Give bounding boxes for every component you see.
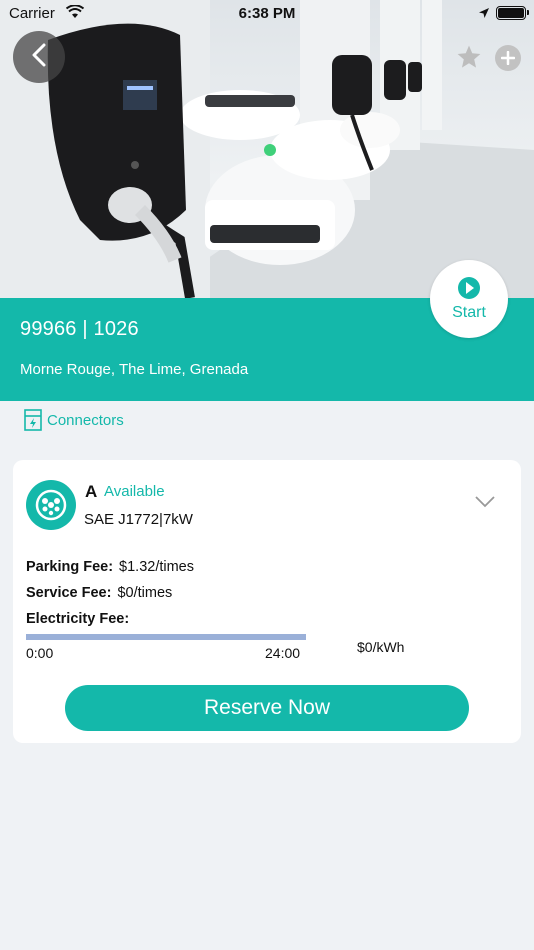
service-fee-row: Service Fee: $0/times [26,585,172,601]
service-fee-label: Service Fee: [26,585,112,601]
timeline-end: 24:00 [265,645,301,661]
add-button[interactable] [495,45,521,71]
connector-type: SAE J1772|7kW [84,511,193,528]
electricity-fee-row: Electricity Fee: [26,611,135,627]
reserve-now-button[interactable]: Reserve Now [65,685,469,731]
star-icon [457,45,481,68]
electricity-fee-label: Electricity Fee: [26,611,130,627]
battery-icon [496,6,529,20]
chevron-down-icon[interactable] [475,496,495,508]
back-button[interactable] [13,31,65,83]
start-button[interactable]: Start [430,260,508,338]
timeline-start: 0:00 [26,645,54,661]
station-address: Morne Rouge, The Lime, Grenada [20,361,249,378]
service-fee-value: $0/times [117,585,173,601]
connector-icon [24,409,42,431]
parking-fee-row: Parking Fee: $1.32/times [26,559,194,575]
electricity-price: $0/kWh [357,639,405,655]
connector-status: Available [104,483,165,500]
station-id: 99966 | 1026 [20,318,139,340]
parking-fee-value: $1.32/times [119,559,194,575]
play-icon [458,276,480,299]
plug-icon [26,480,76,530]
parking-fee-label: Parking Fee: [26,559,114,575]
clock: 6:38 PM [238,5,296,22]
status-bar: Carrier 6:38 PM [0,0,534,28]
favorite-button[interactable] [456,44,482,70]
station-photo [0,0,534,298]
back-arrow-icon [31,43,47,72]
start-label: Start [452,303,486,321]
connector-letter: A [85,482,98,501]
plus-icon [501,51,515,65]
tab-connectors-label: Connectors [47,411,124,429]
tab-connectors[interactable]: Connectors [24,409,124,431]
connector-card: A Available SAE J1772|7kW Parking Fee: $1… [13,460,521,743]
location-arrow-icon [478,6,490,23]
electricity-timeline-bar [26,634,306,640]
